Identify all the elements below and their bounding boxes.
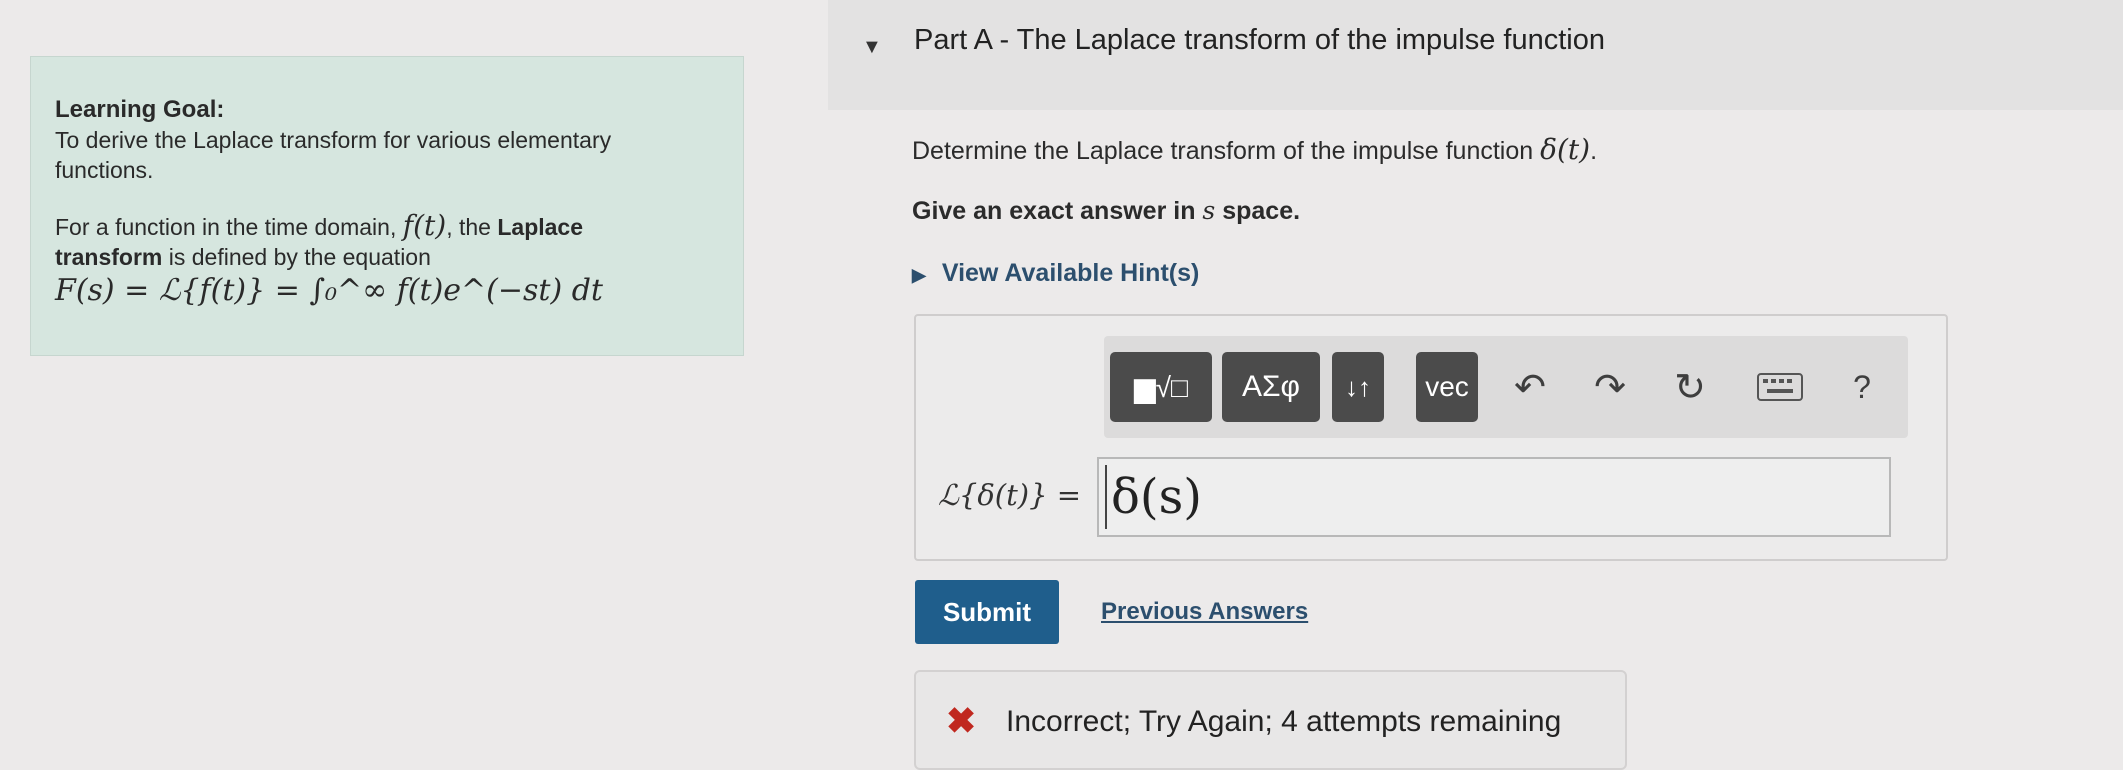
reset-icon[interactable]: ↻ (1662, 350, 1718, 424)
s-variable-math: s (1202, 196, 1216, 225)
delta-t-math: δ(t) (1540, 133, 1591, 166)
laplace-definition-line-2: transform is defined by the equation (55, 242, 719, 272)
math-toolbar: ▆√□ ΑΣφ ↓↑ vec ↶ ↷ ↻ ? (1104, 336, 1908, 438)
instruction-text: space. (1215, 197, 1301, 225)
definition-text: is defined by the equation (162, 244, 431, 270)
definition-text: , the (446, 214, 498, 240)
part-title[interactable]: Part A - The Laplace transform of the im… (914, 24, 1605, 57)
learning-goal-line-2: functions. (55, 157, 154, 183)
undo-icon[interactable]: ↶ (1502, 350, 1558, 424)
caret-right-icon: ▶ (912, 265, 926, 285)
question-period: . (1590, 137, 1598, 165)
learning-goal-heading: Learning Goal: (55, 96, 225, 123)
question-text-body: Determine the Laplace transform of the i… (912, 137, 1541, 165)
keyboard-icon-graphic (1757, 373, 1803, 401)
learning-goal-line-1: To derive the Laplace transform for vari… (55, 127, 612, 153)
laplace-equation: F(s) = ℒ{f(t)} = ∫₀^∞ f(t)e^(−st) dt (55, 273, 603, 308)
x-icon: ✖ (946, 700, 977, 741)
instruction-text: Give an exact answer in (912, 197, 1203, 225)
feedback-message: Incorrect; Try Again; 4 attempts remaini… (1006, 705, 1562, 738)
help-button[interactable]: ? (1834, 350, 1890, 424)
definition-text: For a function in the time domain, (55, 214, 403, 240)
submit-button[interactable]: Submit (915, 580, 1059, 644)
f-of-t-math: f(t) (402, 209, 447, 242)
templates-button[interactable]: ▆√□ (1110, 352, 1212, 422)
view-hints-label: View Available Hint(s) (941, 259, 1200, 287)
redo-icon[interactable]: ↷ (1582, 350, 1638, 424)
definition-bold-text: Laplace (497, 214, 584, 240)
definition-bold-text: transform (55, 244, 163, 270)
symbols-button[interactable]: ΑΣφ (1222, 352, 1320, 422)
previous-answers-link[interactable]: Previous Answers (1101, 598, 1308, 626)
answer-instruction: Give an exact answer in s space. (912, 196, 1300, 226)
answer-input[interactable]: δ(s) (1097, 457, 1891, 537)
learning-goal-card: Learning Goal: To derive the Laplace tra… (30, 56, 744, 356)
question-text: Determine the Laplace transform of the i… (912, 133, 1597, 166)
answer-label: ℒ{δ(t)} = (938, 478, 1082, 512)
vec-button[interactable]: vec (1416, 352, 1478, 422)
keyboard-icon[interactable] (1748, 350, 1812, 424)
view-hints-link[interactable]: ▶ View Available Hint(s) (912, 259, 1199, 288)
laplace-definition-line-1: For a function in the time domain, f(t),… (55, 211, 719, 242)
caret-down-icon[interactable]: ▼ (862, 36, 882, 59)
arrows-button[interactable]: ↓↑ (1332, 352, 1384, 422)
